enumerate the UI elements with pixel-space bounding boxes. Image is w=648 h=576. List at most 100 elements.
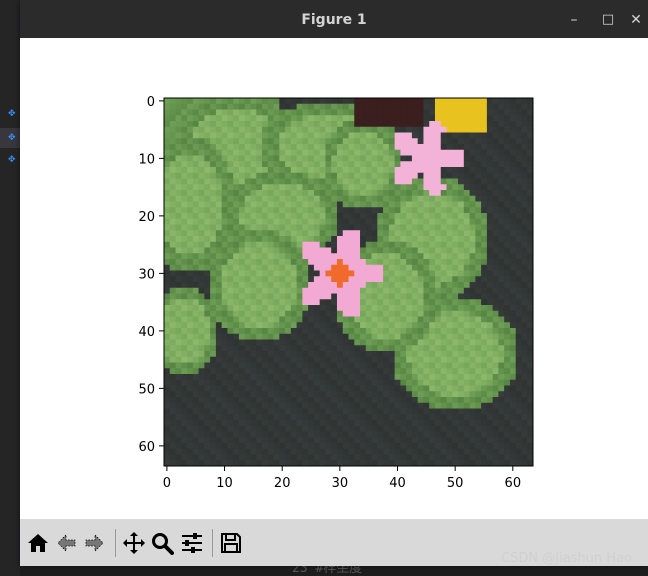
- maximize-button[interactable]: □: [598, 10, 618, 30]
- image-pixel: [192, 224, 199, 231]
- image-pixel: [406, 414, 413, 421]
- image-pixel: [342, 299, 349, 306]
- image-pixel: [509, 408, 517, 415]
- image-pixel: [279, 345, 286, 352]
- image-pixel: [509, 161, 517, 168]
- image-pixel: [377, 132, 384, 139]
- image-pixel: [388, 115, 396, 122]
- image-pixel: [354, 345, 361, 352]
- image-pixel: [290, 126, 298, 133]
- image-pixel: [192, 345, 199, 352]
- image-pixel: [221, 161, 228, 168]
- image-pixel: [434, 138, 442, 145]
- image-pixel: [313, 259, 321, 266]
- image-pixel: [521, 253, 528, 260]
- image-pixel: [446, 460, 453, 467]
- title-bar[interactable]: Figure 1 – □ ✕: [20, 0, 648, 38]
- image-pixel: [400, 448, 407, 455]
- image-pixel: [458, 259, 465, 266]
- image-pixel: [192, 299, 199, 306]
- image-pixel: [440, 448, 447, 455]
- image-pixel: [336, 138, 344, 145]
- image-pixel: [475, 385, 482, 392]
- image-pixel: [262, 391, 269, 398]
- image-pixel: [492, 109, 499, 116]
- image-pixel: [354, 305, 361, 312]
- image-pixel: [198, 132, 205, 139]
- figure-canvas[interactable]: 0 10 20 30 40 50 60 0 10 20 30 40 50 60: [20, 38, 648, 519]
- image-pixel: [342, 253, 349, 260]
- image-pixel: [452, 454, 459, 461]
- image-pixel: [187, 431, 194, 438]
- image-pixel: [406, 293, 413, 300]
- home-icon[interactable]: [26, 531, 50, 555]
- image-pixel: [423, 259, 430, 266]
- forward-icon[interactable]: [82, 531, 106, 555]
- image-pixel: [267, 420, 274, 427]
- save-icon[interactable]: [219, 531, 243, 555]
- image-pixel: [486, 138, 494, 145]
- image-pixel: [440, 443, 447, 450]
- image-pixel: [481, 167, 488, 174]
- image-pixel: [187, 103, 194, 110]
- back-icon[interactable]: [55, 531, 79, 555]
- image-pixel: [273, 293, 280, 300]
- image-pixel: [250, 356, 257, 363]
- image-pixel: [204, 385, 211, 392]
- image-pixel: [227, 374, 234, 381]
- image-pixel: [377, 144, 384, 151]
- close-button[interactable]: ✕: [626, 10, 646, 30]
- image-pixel: [388, 218, 396, 225]
- image-pixel: [302, 402, 309, 409]
- image-pixel: [221, 184, 228, 191]
- image-pixel: [434, 247, 442, 254]
- image-pixel: [371, 259, 378, 266]
- image-pixel: [521, 155, 528, 162]
- image-pixel: [383, 339, 390, 346]
- zoom-icon[interactable]: [150, 531, 174, 555]
- image-pixel: [486, 230, 494, 237]
- image-pixel: [400, 293, 407, 300]
- image-pixel: [417, 310, 424, 317]
- image-pixel: [279, 333, 286, 340]
- configure-subplots-icon[interactable]: [180, 531, 204, 555]
- image-pixel: [429, 109, 436, 116]
- image-pixel: [285, 385, 292, 392]
- image-pixel: [233, 287, 240, 294]
- image-pixel: [463, 155, 470, 162]
- image-pixel: [210, 264, 217, 271]
- image-pixel: [256, 155, 263, 162]
- image-pixel: [285, 98, 292, 105]
- image-pixel: [296, 333, 303, 340]
- image-pixel: [273, 333, 280, 340]
- image-pixel: [336, 224, 344, 231]
- image-pixel: [256, 420, 263, 427]
- image-pixel: [267, 305, 274, 312]
- image-pixel: [285, 420, 292, 427]
- image-pixel: [331, 362, 338, 369]
- image-pixel: [204, 195, 211, 202]
- image-pixel: [440, 282, 447, 289]
- image-pixel: [371, 213, 378, 220]
- image-pixel: [302, 305, 309, 312]
- image-pixel: [273, 241, 280, 248]
- image-pixel: [452, 339, 459, 346]
- image-pixel: [458, 247, 465, 254]
- image-pixel: [365, 351, 372, 358]
- image-pixel: [365, 420, 372, 427]
- image-pixel: [423, 213, 430, 220]
- x-tick-label: 40: [389, 476, 406, 491]
- image-pixel: [348, 379, 355, 386]
- image-pixel: [250, 276, 257, 283]
- pan-icon[interactable]: [122, 531, 146, 555]
- image-pixel: [331, 316, 338, 323]
- image-pixel: [486, 276, 494, 283]
- image-pixel: [348, 161, 355, 168]
- image-pixel: [238, 167, 246, 174]
- image-pixel: [313, 408, 321, 415]
- minimize-button[interactable]: –: [564, 10, 584, 30]
- image-pixel: [250, 437, 257, 444]
- image-pixel: [498, 316, 505, 323]
- image-pixel: [417, 109, 424, 116]
- image-pixel: [233, 149, 240, 156]
